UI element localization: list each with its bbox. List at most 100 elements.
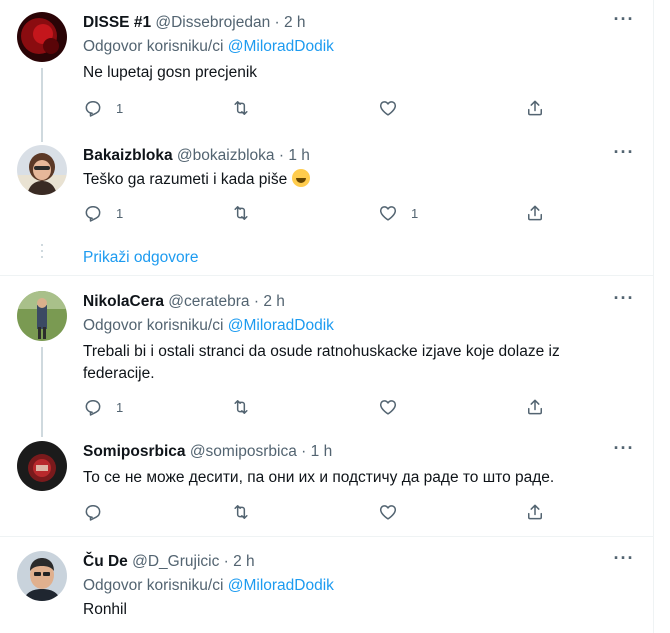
more-icon[interactable]: ··· — [612, 143, 636, 167]
separator-dot: · — [253, 293, 259, 310]
timestamp[interactable]: 2 h — [233, 553, 255, 570]
heart-icon — [379, 400, 397, 415]
reply-button[interactable]: 1 — [83, 201, 123, 225]
avatar[interactable] — [17, 441, 67, 491]
heart-icon — [379, 206, 397, 221]
retweet-button[interactable] — [231, 395, 264, 419]
tweet-actions — [83, 500, 553, 524]
tweet-card[interactable]: Ču De @D_Grujicic · 2 h ··· Odgovor kori… — [0, 549, 653, 633]
like-button[interactable] — [378, 96, 411, 120]
reply-count: 1 — [116, 205, 124, 221]
author-handle[interactable]: @Dissebrojedan — [155, 14, 270, 31]
separator-dot: · — [301, 443, 307, 460]
share-button[interactable] — [525, 395, 545, 419]
retweet-button[interactable] — [231, 500, 264, 524]
tweet-actions: 1 1 — [83, 201, 553, 225]
author-handle[interactable]: @somiposrbica — [190, 443, 297, 460]
avatar[interactable] — [17, 551, 67, 601]
timestamp[interactable]: 2 h — [284, 14, 306, 31]
tweet-header: Bakaizbloka @bokaizbloka · 1 h — [83, 145, 310, 167]
like-button[interactable] — [378, 395, 411, 419]
tweet-text: Trebali bi i ostali stranci da osude rat… — [83, 341, 623, 385]
share-button[interactable] — [525, 500, 545, 524]
tweet-header: Somiposrbica @somiposrbica · 1 h — [83, 441, 332, 463]
mention-link[interactable]: @MiloradDodik — [228, 577, 334, 594]
timestamp[interactable]: 2 h — [263, 293, 285, 310]
avatar[interactable] — [17, 145, 67, 195]
separator-dot: · — [278, 147, 285, 164]
reply-icon — [85, 101, 101, 117]
like-button[interactable]: 1 — [378, 201, 418, 225]
retweet-button[interactable] — [231, 96, 264, 120]
share-icon — [528, 399, 542, 415]
tweet-text-line: federacije. — [83, 365, 155, 382]
tweet-header: DISSE #1 @Dissebrojedan · 2 h — [83, 12, 306, 34]
reply-context: Odgovor korisniku/ci @MiloradDodik — [83, 36, 334, 58]
avatar[interactable] — [17, 291, 67, 341]
more-icon[interactable]: ··· — [612, 10, 636, 34]
rolling-on-floor-laughing-emoji — [291, 169, 310, 187]
author-handle[interactable]: @bokaizbloka — [177, 147, 275, 164]
tweet-card[interactable]: NikolaCera @ceratebra · 2 h ··· Odgovor … — [0, 289, 653, 437]
reply-icon — [85, 206, 101, 222]
tweet-card[interactable]: DISSE #1 @Dissebrojedan · 2 h ··· Odgovo… — [0, 10, 653, 142]
author-name[interactable]: DISSE #1 — [83, 14, 151, 31]
separator-dot: · — [223, 553, 229, 570]
reply-context: Odgovor korisniku/ci @MiloradDodik — [83, 315, 334, 337]
timestamp[interactable]: 1 h — [311, 443, 333, 460]
more-icon[interactable]: ··· — [612, 289, 636, 313]
avatar[interactable] — [17, 12, 67, 62]
reply-prefix: Odgovor korisniku/ci — [83, 38, 228, 55]
mention-link[interactable]: @MiloradDodik — [228, 317, 334, 334]
retweet-icon — [234, 206, 248, 220]
show-replies-link[interactable]: Prikaži odgovore — [83, 247, 198, 269]
thread-dots — [41, 244, 43, 262]
share-icon — [528, 205, 542, 221]
tweet-card[interactable]: Somiposrbica @somiposrbica · 1 h ··· То … — [0, 439, 653, 524]
timestamp[interactable]: 1 h — [288, 147, 310, 164]
reply-icon — [85, 505, 101, 521]
like-button[interactable] — [378, 500, 411, 524]
tweet-actions: 1 — [83, 96, 553, 120]
thread-line — [41, 347, 43, 437]
tweet-card[interactable]: Bakaizbloka @bokaizbloka · 1 h ··· Teško… — [0, 143, 653, 225]
more-icon[interactable]: ··· — [612, 439, 636, 463]
reply-button[interactable]: 1 — [83, 96, 123, 120]
tweet-feed: DISSE #1 @Dissebrojedan · 2 h ··· Odgovo… — [0, 0, 653, 633]
tweet-actions: 1 — [83, 395, 553, 419]
divider — [0, 275, 653, 276]
tweet-text: Ronhil — [83, 601, 127, 618]
share-icon — [528, 100, 542, 116]
reply-prefix: Odgovor korisniku/ci — [83, 577, 228, 594]
column-border — [653, 0, 654, 633]
reply-prefix: Odgovor korisniku/ci — [83, 317, 228, 334]
author-handle[interactable]: @ceratebra — [168, 293, 249, 310]
share-button[interactable] — [525, 96, 545, 120]
share-button[interactable] — [525, 201, 545, 225]
author-name[interactable]: NikolaCera — [83, 293, 164, 310]
tweet-text-line: Trebali bi i ostali stranci da osude rat… — [83, 343, 560, 360]
retweet-button[interactable] — [231, 201, 264, 225]
retweet-icon — [234, 101, 248, 115]
like-count: 1 — [411, 205, 419, 221]
reply-count: 1 — [116, 100, 124, 116]
heart-icon — [379, 101, 397, 116]
reply-button[interactable]: 1 — [83, 395, 123, 419]
tweet-header: NikolaCera @ceratebra · 2 h — [83, 291, 285, 313]
tweet-text-content: Teško ga razumeti i kada piše — [83, 171, 288, 188]
author-name[interactable]: Ču De — [83, 553, 128, 570]
tweet-header: Ču De @D_Grujicic · 2 h — [83, 551, 255, 573]
separator-dot: · — [274, 14, 280, 31]
divider — [0, 536, 653, 537]
tweet-text: Teško ga razumeti i kada piše — [83, 169, 623, 191]
tweet-text: То се не може десити, па они их и подсти… — [83, 469, 555, 486]
reply-icon — [85, 400, 101, 416]
mention-link[interactable]: @MiloradDodik — [228, 38, 334, 55]
author-name[interactable]: Somiposrbica — [83, 443, 186, 460]
retweet-icon — [234, 400, 248, 414]
more-icon[interactable]: ··· — [612, 549, 636, 573]
reply-button[interactable] — [83, 500, 116, 524]
author-handle[interactable]: @D_Grujicic — [132, 553, 219, 570]
author-name[interactable]: Bakaizbloka — [83, 147, 173, 164]
thread-line — [41, 68, 43, 142]
